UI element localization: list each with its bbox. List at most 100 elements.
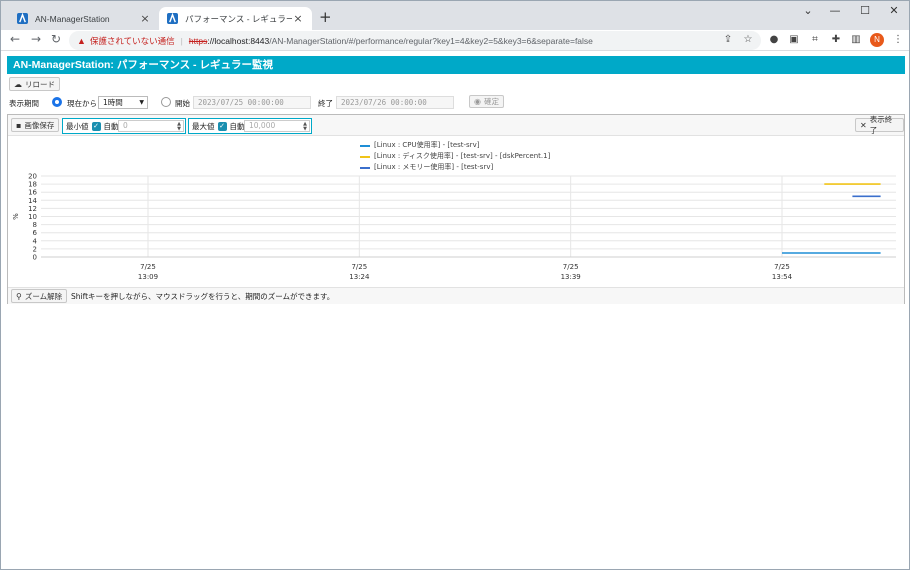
refresh-icon[interactable]: ↻: [48, 32, 64, 46]
end-view-label: 表示終了: [869, 115, 893, 135]
spinner-icon[interactable]: ▲ ▼: [303, 122, 307, 132]
close-icon: ✕: [860, 120, 867, 130]
url-path: /AN-ManagerStation/#/performance/regular…: [269, 35, 593, 46]
minimize-button[interactable]: —: [820, 4, 850, 17]
max-value-group: 最大値 ✓ 自動 10,000 ▲ ▼: [188, 118, 312, 134]
y-axis-label: %: [12, 213, 20, 220]
range-value: 1時間: [103, 98, 123, 107]
zoom-reset-label: ズーム解除: [24, 291, 63, 301]
max-auto-checkbox[interactable]: ✓: [217, 121, 227, 131]
app-logo-icon: [17, 13, 28, 24]
min-auto-label: 自動: [103, 121, 119, 131]
start-datetime-input[interactable]: 2023/07/25 00:00:00: [193, 96, 311, 109]
browser-window: AN-ManagerStation × パフォーマンス - レギュラー監視 × …: [0, 0, 910, 570]
chart-legend: [Linux : CPU使用率] - [test-srv] [Linux : デ…: [360, 140, 550, 173]
save-image-button[interactable]: ▪ 画像保存: [11, 118, 60, 132]
end-view-button[interactable]: ✕ 表示終了: [855, 115, 904, 135]
max-value: 10,000: [249, 121, 276, 130]
tab-an-managerstation[interactable]: AN-ManagerStation ×: [9, 7, 159, 30]
y-tick-label: 0: [33, 254, 37, 262]
y-tick-label: 18: [28, 181, 37, 189]
tab-strip: AN-ManagerStation × パフォーマンス - レギュラー監視 × …: [1, 1, 909, 30]
zoom-reset-button[interactable]: ⚲ ズーム解除: [11, 289, 68, 303]
legend-label: [Linux : CPU使用率] - [test-srv]: [374, 141, 480, 149]
min-value-group: 最小値 ✓ 自動 0 ▲ ▼: [62, 118, 186, 134]
radio-start[interactable]: [161, 97, 171, 107]
y-tick-label: 12: [28, 205, 37, 213]
min-auto-checkbox[interactable]: ✓: [91, 121, 101, 131]
legend-item[interactable]: [Linux : ディスク使用率] - [test-srv] - [dskPer…: [360, 151, 550, 162]
legend-label: [Linux : ディスク使用率] - [test-srv] - [dskPer…: [374, 152, 551, 160]
max-label: 最大値: [192, 121, 215, 131]
x-tick-time: 13:24: [349, 273, 370, 281]
period-row: 表示期間 現在から 1時間 ▼ 開始 2023/07/25 00:00:00 終…: [7, 94, 905, 111]
sidepanel-icon[interactable]: ▥: [849, 33, 863, 47]
chevron-down-icon[interactable]: ⌄: [793, 4, 823, 17]
share-icon[interactable]: ⇪: [721, 33, 735, 47]
min-value: 0: [123, 121, 128, 130]
reload-label: リロード: [25, 79, 55, 89]
max-auto-label: 自動: [229, 121, 245, 131]
max-value-input[interactable]: 10,000 ▲ ▼: [244, 120, 310, 132]
cloud-icon: ☁: [14, 79, 22, 89]
address-bar[interactable]: ▲ 保護されていない通信 | https ://localhost:8443 /…: [69, 31, 761, 50]
performance-chart[interactable]: 02468101214161820% 7/25 13:09 7/25 13:24 7/25…: [8, 170, 904, 286]
translate-icon[interactable]: ▣: [787, 33, 801, 47]
chart-footer: ⚲ ズーム解除 Shiftキーを押しながら、マウスドラッグを行うと、期間のズーム…: [8, 287, 904, 304]
chart-panel: ▪ 画像保存 最小値 ✓ 自動 0 ▲ ▼ 最大値 ✓ 自動 10,000 ▲ ▼: [7, 114, 905, 304]
puzzle-icon[interactable]: ✚: [829, 33, 843, 47]
url-scheme: https: [188, 35, 208, 46]
zoom-icon: ⚲: [16, 291, 22, 301]
y-tick-label: 20: [28, 173, 37, 181]
maximize-button[interactable]: ☐: [850, 4, 880, 17]
x-tick-time: 13:54: [772, 273, 793, 281]
star-icon[interactable]: ☆: [741, 33, 755, 47]
check-circle-icon: ◉: [474, 97, 481, 106]
tab-performance[interactable]: パフォーマンス - レギュラー監視 ×: [159, 7, 312, 30]
x-tick-date: 7/25: [351, 263, 367, 271]
radio-from-now[interactable]: [52, 97, 62, 107]
warning-icon: ▲: [77, 35, 86, 46]
browser-toolbar: ← → ↻ ▲ 保護されていない通信 | https ://localhost:…: [1, 30, 909, 51]
divider: |: [180, 35, 183, 46]
save-image-label: 画像保存: [24, 120, 55, 130]
back-icon[interactable]: ←: [7, 32, 23, 46]
new-tab-button[interactable]: +: [319, 8, 332, 26]
legend-swatch: [360, 144, 370, 147]
reload-button[interactable]: ☁ リロード: [9, 77, 60, 91]
y-tick-label: 6: [33, 229, 38, 237]
save-icon: ▪: [16, 120, 22, 130]
app-logo-icon: [167, 13, 178, 24]
x-tick-date: 7/25: [774, 263, 790, 271]
spinner-icon[interactable]: ▲ ▼: [177, 122, 181, 132]
chart-controls: ▪ 画像保存 最小値 ✓ 自動 0 ▲ ▼ 最大値 ✓ 自動 10,000 ▲ ▼: [8, 115, 904, 136]
close-window-button[interactable]: ✕: [879, 4, 909, 17]
period-label: 表示期間: [9, 99, 39, 108]
avatar[interactable]: N: [870, 33, 884, 47]
y-tick-label: 14: [28, 197, 37, 205]
screenshot-icon[interactable]: ⌗: [808, 33, 822, 47]
forward-icon[interactable]: →: [28, 32, 44, 46]
end-datetime-input[interactable]: 2023/07/26 00:00:00: [336, 96, 454, 109]
tab-label: パフォーマンス - レギュラー監視: [185, 13, 292, 24]
range-select[interactable]: 1時間 ▼: [98, 96, 148, 109]
x-tick-date: 7/25: [563, 263, 579, 271]
menu-icon[interactable]: ⋮: [891, 33, 905, 47]
y-tick-label: 10: [28, 213, 37, 221]
legend-item[interactable]: [Linux : CPU使用率] - [test-srv]: [360, 140, 550, 151]
x-tick-date: 7/25: [140, 263, 156, 271]
start-label: 開始: [175, 99, 190, 108]
url-host: ://localhost:8443: [207, 35, 270, 46]
end-label: 終了: [318, 99, 333, 108]
zoom-hint: Shiftキーを押しながら、マウスドラッグを行うと、期間のズームができます。: [71, 292, 335, 301]
legend-swatch: [360, 155, 370, 158]
y-tick-label: 4: [33, 237, 38, 245]
close-icon[interactable]: ×: [139, 12, 151, 25]
confirm-button[interactable]: ◉ 確定: [469, 95, 504, 108]
min-value-input[interactable]: 0 ▲ ▼: [118, 120, 184, 132]
close-icon[interactable]: ×: [292, 12, 304, 25]
confirm-label: 確定: [483, 97, 499, 106]
caret-down-icon: ▼: [139, 99, 144, 106]
extension-icon[interactable]: ●: [767, 33, 781, 47]
y-tick-label: 16: [28, 189, 37, 197]
